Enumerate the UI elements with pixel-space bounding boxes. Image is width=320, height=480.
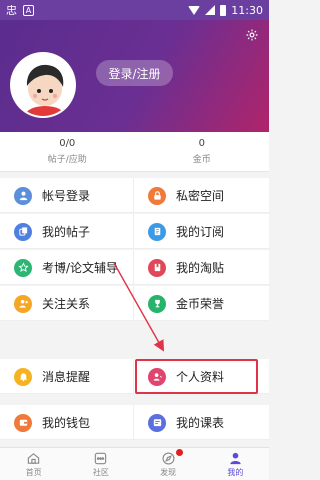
menu-item-label: 考博/论文辅导 (42, 261, 119, 275)
clock: 11:30 (231, 3, 263, 17)
battery-icon (220, 4, 227, 16)
menu-item-account-login[interactable]: 帐号登录 (0, 178, 134, 213)
community-icon (95, 452, 107, 464)
gear-icon[interactable] (245, 28, 259, 42)
nav-home[interactable]: 首页 (0, 448, 67, 480)
menu-item-label: 消息提醒 (42, 370, 91, 384)
posts-help-stat[interactable]: 0/0 帖子/应助 (0, 132, 135, 171)
nav-label: 首页 (25, 467, 42, 477)
menu-item-message-reminders[interactable]: 消息提醒 (0, 359, 134, 394)
posts-help-label: 帖子/应助 (47, 155, 87, 165)
menu-item-follow-relations[interactable]: 关注关系 (0, 286, 134, 321)
menu-row: 帐号登录 私密空间 (0, 178, 269, 213)
menu-row: 我的钱包 我的课表 (0, 405, 269, 440)
login-register-button[interactable]: 登录/注册 (96, 60, 173, 86)
status-bar: 忠 A 11:30 (0, 0, 269, 20)
profile-icon (148, 367, 166, 386)
menu-item-label: 个人资料 (176, 370, 225, 384)
menu-item-private-space[interactable]: 私密空间 (134, 178, 268, 213)
menu-item-label: 我的淘贴 (176, 261, 225, 275)
menu-item-label: 我的帖子 (42, 225, 91, 239)
posts-help-value: 0/0 (59, 138, 76, 149)
coins-stat[interactable]: 0 金币 (135, 132, 270, 171)
menu-row: 考博/论文辅导 我的淘贴 (0, 250, 269, 285)
menu-item-my-posts[interactable]: 我的帖子 (0, 214, 134, 249)
menu-item-coin-honors[interactable]: 金币荣誉 (134, 286, 268, 321)
follow-icon (14, 294, 32, 313)
compass-icon (162, 451, 175, 465)
coins-label: 金币 (192, 155, 211, 165)
notification-dot (176, 449, 184, 456)
menu-row: 关注关系 金币荣誉 (0, 286, 269, 321)
text-notification-icon: A (23, 4, 34, 16)
star-icon (14, 258, 32, 277)
menu-item-personal-info[interactable]: 个人资料 (134, 359, 268, 394)
menu-item-label: 我的钱包 (42, 416, 91, 430)
nav-label: 我的 (227, 467, 244, 477)
menu-item-my-wallet[interactable]: 我的钱包 (0, 405, 134, 440)
app-notification-icon: 忠 (6, 4, 17, 17)
nav-label: 社区 (92, 467, 109, 477)
menu-item-label: 帐号登录 (42, 189, 91, 203)
menu-item-label: 我的订阅 (176, 225, 225, 239)
coins-value: 0 (198, 138, 205, 149)
home-icon (27, 452, 40, 464)
menu-item-label: 关注关系 (42, 297, 91, 311)
menu-item-label: 私密空间 (176, 189, 225, 203)
copy-icon (14, 222, 32, 241)
nav-community[interactable]: 社区 (67, 448, 134, 480)
menu-row: 我的帖子 我的订阅 (0, 214, 269, 249)
menu-item-phd-thesis-tutoring[interactable]: 考博/论文辅导 (0, 250, 134, 285)
bottom-nav: 首页 社区 发现 我的 (0, 447, 269, 480)
nav-mine[interactable]: 我的 (202, 448, 269, 480)
avatar[interactable] (10, 52, 76, 118)
wallet-icon (14, 413, 32, 432)
stats-bar: 0/0 帖子/应助 0 金币 (0, 132, 269, 172)
menu-row: 消息提醒 个人资料 (0, 359, 269, 394)
menu-item-my-saved-posts[interactable]: 我的淘贴 (134, 250, 268, 285)
bookmark-icon (148, 258, 166, 277)
schedule-icon (148, 413, 166, 432)
menu-item-my-subscriptions[interactable]: 我的订阅 (134, 214, 268, 249)
profile-header: 登录/注册 (0, 20, 269, 132)
user-icon (14, 186, 32, 205)
menu-item-label: 金币荣誉 (176, 297, 225, 311)
signal-icon (205, 5, 216, 15)
nav-discover[interactable]: 发现 (135, 448, 202, 480)
bell-icon (14, 367, 32, 386)
wifi-icon (188, 5, 201, 15)
menu-item-my-schedule[interactable]: 我的课表 (134, 405, 268, 440)
book-icon (148, 222, 166, 241)
trophy-icon (148, 294, 166, 313)
person-icon (230, 452, 241, 464)
lock-icon (148, 186, 166, 205)
menu-item-label: 我的课表 (176, 416, 225, 430)
nav-label: 发现 (160, 467, 177, 477)
